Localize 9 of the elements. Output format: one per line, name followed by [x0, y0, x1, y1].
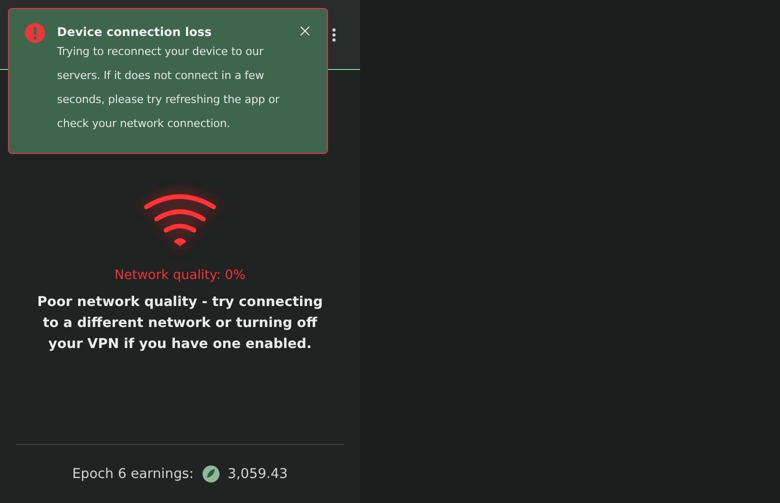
earnings-amount: 3,059.43	[228, 466, 288, 482]
more-menu-icon[interactable]	[332, 28, 336, 42]
earnings-label: Epoch 6 earnings:	[72, 466, 194, 482]
alert-icon	[25, 23, 45, 43]
network-quality: Network quality: 0%	[114, 268, 246, 283]
network-advice: Poor network quality - try connecting to a different network or turning off your VPN if you have one enabled.	[36, 293, 324, 354]
coin-icon	[202, 465, 220, 483]
toast-message: Trying to reconnect your device to our servers. If it does not connect in a few seconds, please try refreshing the app or check your network connection.	[57, 44, 280, 132]
toast-title: Device connection loss	[57, 25, 213, 39]
